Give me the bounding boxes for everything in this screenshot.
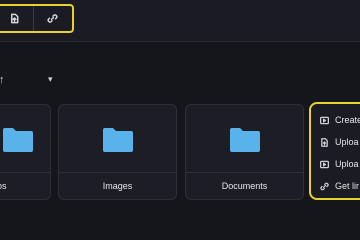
folder-card[interactable]: os: [0, 104, 51, 200]
link-icon: [320, 182, 329, 190]
folder-icon: [102, 127, 133, 153]
link-icon: [46, 14, 58, 23]
folder-name: os: [0, 181, 7, 191]
folder-card-name-bar: os: [0, 172, 50, 199]
copy-link-button[interactable]: [33, 6, 70, 31]
upload-file-icon: [321, 137, 328, 147]
folder-name: Images: [102, 181, 133, 191]
menu-item-label: Uploa: [335, 137, 359, 147]
menu-item-label: Create: [335, 115, 360, 125]
menu-item-upload-file[interactable]: Uploa: [311, 131, 360, 153]
sort-direction-icon[interactable]: ↑: [0, 74, 5, 86]
upload-file-button[interactable]: [0, 6, 33, 31]
menu-item-get-link[interactable]: Get lir: [311, 175, 360, 197]
sort-dropdown-caret-icon[interactable]: ▾: [48, 74, 53, 85]
folder-icon: [229, 127, 260, 153]
new-item-menu: Create Uploa Uploa Get lir: [309, 102, 360, 200]
upload-file-icon: [11, 13, 19, 24]
folder-name: Documents: [221, 181, 268, 191]
folder-card[interactable]: Images: [58, 104, 177, 200]
folder-card-name-bar: Documents: [186, 172, 303, 199]
menu-item-create-folder[interactable]: Create: [311, 109, 360, 131]
upload-folder-icon: [320, 160, 329, 168]
folder-card[interactable]: Documents: [185, 104, 304, 200]
folder-icon: [3, 127, 33, 153]
top-toolbar: [0, 0, 360, 42]
menu-item-upload-folder[interactable]: Uploa: [311, 153, 360, 175]
folder-card-name-bar: Images: [59, 172, 176, 199]
create-folder-icon: [320, 116, 329, 124]
toolbar-highlight-group: [0, 4, 74, 33]
menu-item-label: Get lir: [335, 181, 360, 191]
menu-item-label: Uploa: [335, 159, 359, 169]
sort-control[interactable]: ↑ ▾: [0, 68, 80, 92]
